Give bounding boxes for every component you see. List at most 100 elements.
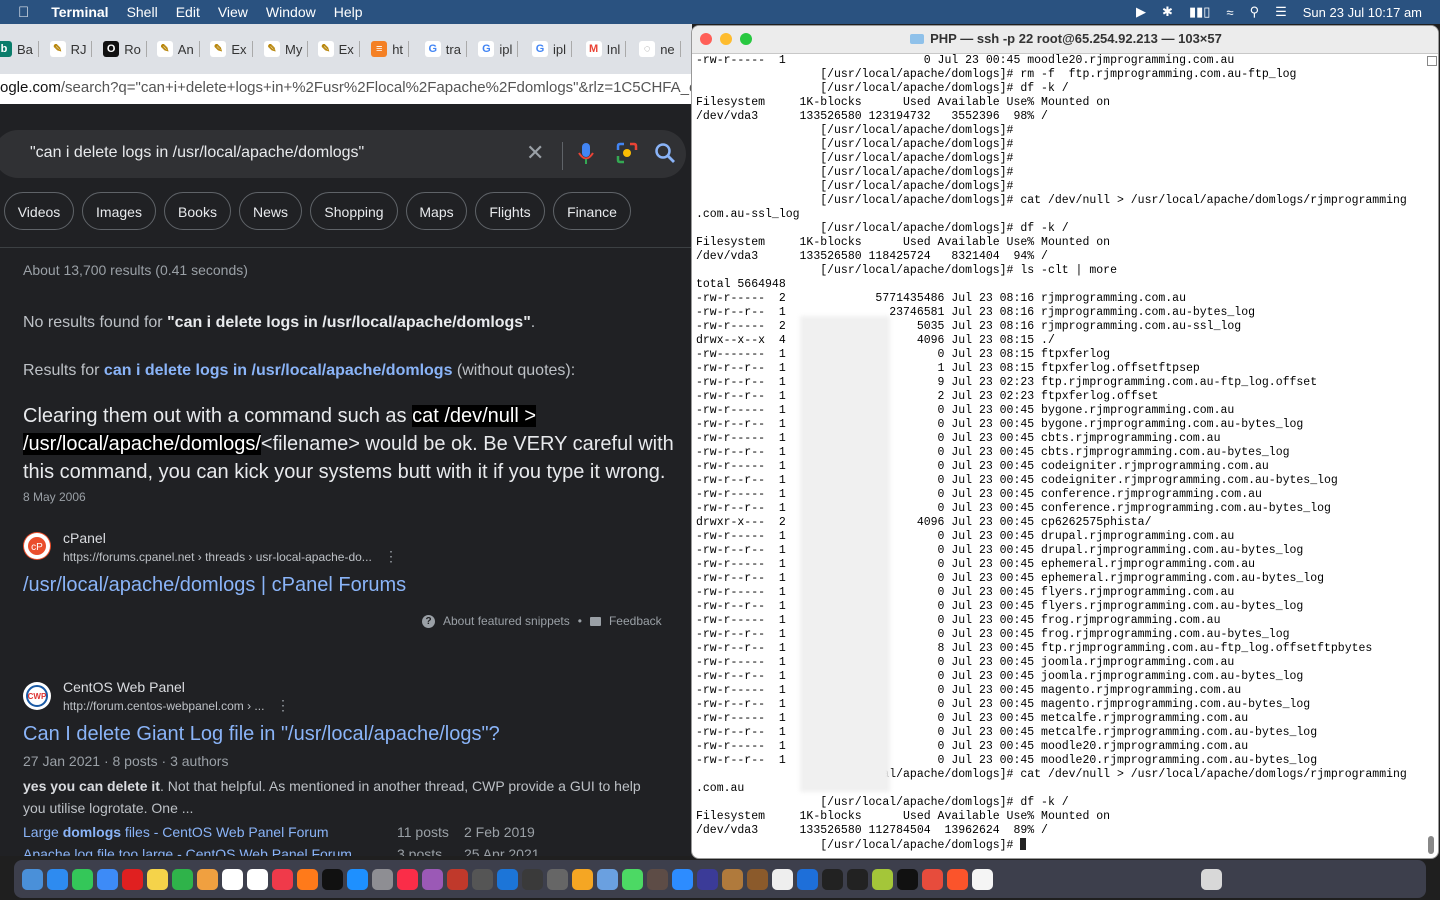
clear-search-icon[interactable]: ✕ [526, 140, 544, 166]
browser-tab[interactable]: ✎ Ex [317, 34, 360, 64]
address-bar[interactable]: ogle.com/search?q="can+i+delete+logs+in+… [0, 74, 692, 104]
browser-tab[interactable]: ◌ ne [639, 34, 681, 64]
about-snippets-link[interactable]: About featured snippets [443, 614, 570, 628]
search-icon[interactable] [654, 142, 676, 169]
battery-icon[interactable]: ▮▮▯ [1189, 4, 1210, 20]
terminal2-icon[interactable] [897, 868, 918, 890]
browser-tab[interactable]: ✎ Ex [210, 34, 253, 64]
appletv-icon[interactable] [322, 868, 343, 890]
browser-tab[interactable]: Gtra [424, 34, 467, 64]
bluetooth-icon[interactable]: ✱ [1162, 4, 1173, 20]
browser-tab[interactable]: M Inl [585, 34, 627, 64]
browser-tab[interactable]: Gipl [478, 34, 519, 64]
browser-tab[interactable]: Gipl [532, 34, 573, 64]
vpn-icon[interactable] [697, 868, 718, 890]
terminal-icon[interactable] [847, 868, 868, 890]
browser-tab[interactable]: O Ro [103, 34, 147, 64]
menu-view[interactable]: View [218, 4, 248, 20]
trash-icon[interactable] [1201, 868, 1222, 890]
chrome-icon[interactable] [772, 868, 793, 890]
amazon-icon[interactable] [722, 868, 743, 890]
terminal-line: -rw-r----- 2 5035 Jul 23 08:16 rjmprogra… [696, 320, 1242, 333]
preview-icon[interactable] [597, 868, 618, 890]
clock[interactable]: Sun 23 Jul 10:17 am [1303, 5, 1422, 20]
photos-icon[interactable] [197, 868, 218, 890]
menu-edit[interactable]: Edit [176, 4, 200, 20]
chip-books[interactable]: Books [164, 192, 231, 230]
result1-more-icon[interactable]: ⋮ [384, 548, 398, 565]
chip-news[interactable]: News [239, 192, 302, 230]
calendar-icon[interactable] [222, 868, 243, 890]
maps-icon[interactable] [622, 868, 643, 890]
scrollbar-thumb[interactable] [1428, 836, 1434, 854]
terminal-line: -rw-r----- 2 5771435486 Jul 23 08:16 rjm… [696, 292, 1186, 305]
browser-tab[interactable]: ✎ RJ [49, 34, 93, 64]
opera-icon[interactable] [122, 868, 143, 890]
sublink-large-domlogs[interactable]: Large domlogs files - CentOS Web Panel F… [23, 824, 329, 840]
bbedit-icon[interactable] [522, 868, 543, 890]
feedback-link[interactable]: Feedback [609, 614, 662, 628]
browser-tab[interactable]: ✎ An [156, 34, 200, 64]
chip-images[interactable]: Images [82, 192, 156, 230]
news-icon[interactable] [272, 868, 293, 890]
chip-shopping[interactable]: Shopping [310, 192, 398, 230]
facetime-icon[interactable] [172, 868, 193, 890]
microphone-icon[interactable] [578, 142, 594, 171]
xcode-icon[interactable] [497, 868, 518, 890]
document-icon[interactable] [972, 868, 993, 890]
terminal-scrollbar[interactable] [1425, 56, 1437, 856]
brave-icon[interactable] [947, 868, 968, 890]
finder-icon[interactable] [22, 868, 43, 890]
lens-icon[interactable] [616, 142, 638, 169]
notes-icon[interactable] [147, 868, 168, 890]
android-icon[interactable] [872, 868, 893, 890]
appstore-icon[interactable] [347, 868, 368, 890]
gimp-icon[interactable] [647, 868, 668, 890]
wifi-icon[interactable]: ≈ [1226, 5, 1233, 20]
menu-app-name[interactable]: Terminal [51, 4, 108, 20]
terminal-output[interactable]: -rw-r----- 1 0 Jul 23 00:45 moodle20.rjm… [696, 54, 1420, 858]
dictionary-icon[interactable] [747, 868, 768, 890]
result1-title-link[interactable]: /usr/local/apache/domlogs | cPanel Forum… [23, 574, 406, 597]
menu-window[interactable]: Window [266, 4, 316, 20]
browser-tab[interactable]: ✎ My [264, 34, 309, 64]
reminders-icon[interactable] [247, 868, 268, 890]
apple-icon[interactable]:  [18, 4, 29, 21]
chip-flights[interactable]: Flights [475, 192, 545, 230]
chip-videos[interactable]: Videos [4, 192, 74, 230]
firefox-icon[interactable] [297, 868, 318, 890]
colorsync-icon[interactable] [922, 868, 943, 890]
rjm-icon: ✎ [156, 41, 173, 57]
search-input[interactable]: "can i delete logs in /usr/local/apache/… [30, 144, 364, 162]
safari-icon[interactable] [47, 868, 68, 890]
sequelpro-icon[interactable] [572, 868, 593, 890]
result2-title-link[interactable]: Can I delete Giant Log file in "/usr/loc… [23, 723, 500, 746]
safari2-icon[interactable] [797, 868, 818, 890]
mail-icon[interactable] [97, 868, 118, 890]
browser-tab[interactable]: ≡ ht [371, 34, 410, 64]
music-icon[interactable] [397, 868, 418, 890]
control-center-icon[interactable]: ☰ [1275, 4, 1287, 20]
finder-window-icon[interactable] [997, 869, 1197, 890]
messages-icon[interactable] [72, 868, 93, 890]
podcasts-icon[interactable] [422, 868, 443, 890]
sublink-apache-log[interactable]: Apache log file too large - CentOS Web P… [23, 846, 352, 856]
terminal-line: /dev/vda3 133526580 118425724 8321404 94… [696, 250, 1048, 263]
spotlight-icon[interactable]: ⚲ [1250, 4, 1260, 20]
zoom-icon[interactable] [672, 868, 693, 890]
calculator-icon[interactable] [472, 868, 493, 890]
browser-window: b Ba ✎ RJ O Ro ✎ An ✎ Ex ✎ My ✎ Ex ≡ ht Gtra Gipl Gipl M Inl… [0, 24, 692, 856]
menu-shell[interactable]: Shell [127, 4, 158, 20]
result2-more-icon[interactable]: ⋮ [276, 697, 290, 714]
results-for-link[interactable]: can i delete logs in /usr/local/apache/d… [104, 362, 453, 379]
browser-tab[interactable]: b Ba [0, 34, 39, 64]
terminal-titlebar[interactable]: PHP — ssh -p 22 root@65.254.92.213 — 103… [692, 26, 1438, 54]
inkscape-icon[interactable] [822, 868, 843, 890]
compass-icon[interactable] [547, 868, 568, 890]
filezilla-icon[interactable] [447, 868, 468, 890]
menu-help[interactable]: Help [334, 4, 363, 20]
chip-finance[interactable]: Finance [553, 192, 631, 230]
play-icon[interactable]: ▶ [1136, 4, 1146, 20]
chip-maps[interactable]: Maps [406, 192, 467, 230]
settings-icon[interactable] [372, 868, 393, 890]
